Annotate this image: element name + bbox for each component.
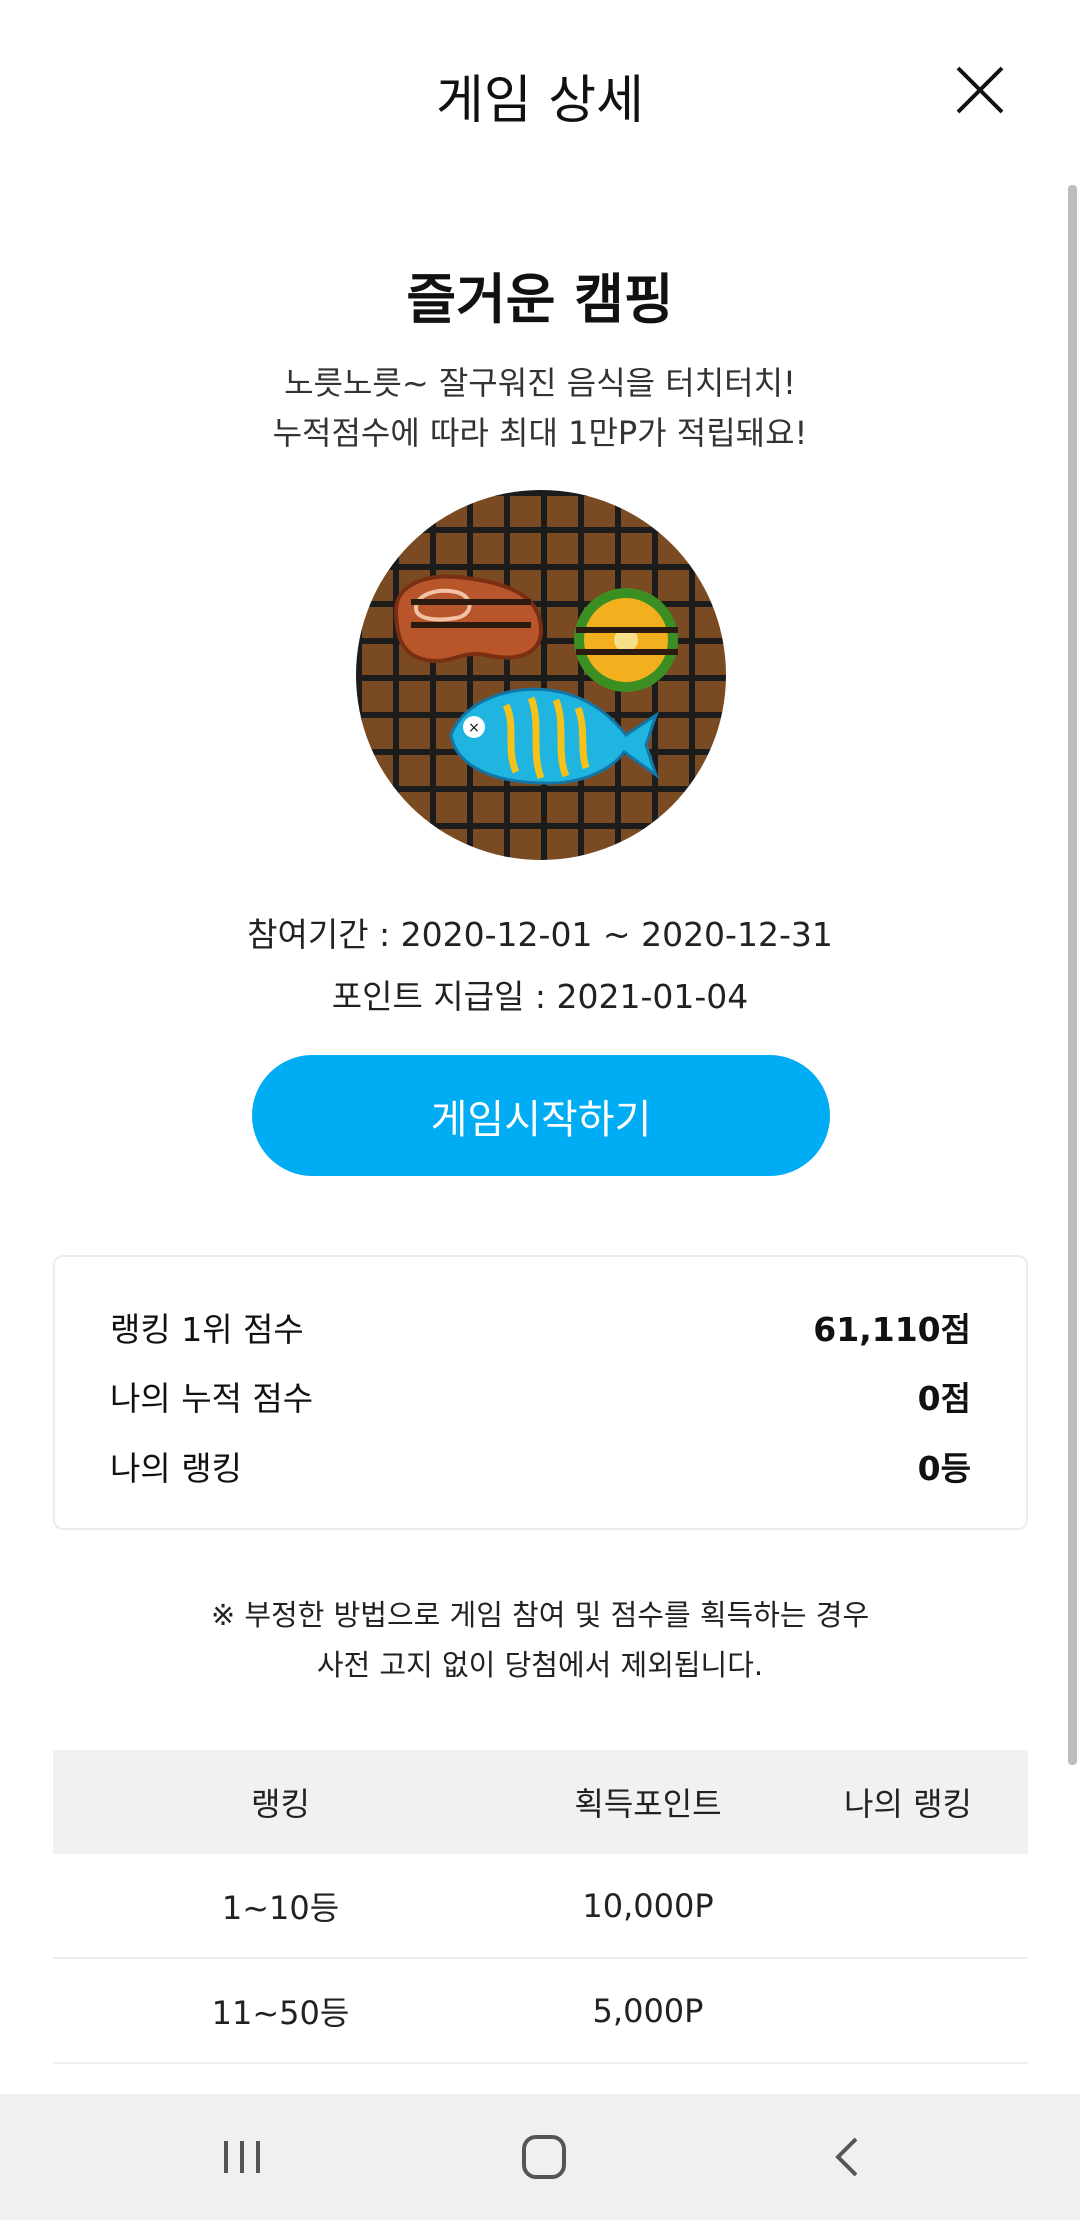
score-label: 나의 누적 점수: [110, 1379, 314, 1418]
cell-points: 10,000P: [582, 1886, 714, 1925]
game-description-line2: 누적점수에 따라 최대 1만P가 적립돼요!: [272, 414, 808, 452]
score-value: 0등: [917, 1449, 971, 1488]
notice-line1: ※ 부정한 방법으로 게임 참여 및 점수를 획득하는 경우: [210, 1598, 870, 1632]
cell-rank: 1~10등: [221, 1888, 340, 1927]
back-icon[interactable]: [818, 2127, 878, 2187]
cell-rank: 11~50등: [211, 1993, 350, 2032]
svg-text:×: ×: [468, 720, 480, 736]
start-game-button[interactable]: 게임시작하기: [252, 1055, 830, 1176]
game-thumbnail-image: ×: [356, 490, 726, 860]
game-title: 즐거운 캠핑: [406, 268, 674, 331]
table-row: 1~10등 10,000P: [53, 1854, 1028, 1959]
table-row: 11~50등 5,000P: [53, 1959, 1028, 2064]
game-description-line1: 노릇노릇~ 잘구워진 음식을 터치터치!: [284, 364, 796, 402]
column-header-points: 획득포인트: [574, 1785, 722, 1823]
system-navigation-bar: [0, 2094, 1080, 2220]
table-header: 랭킹 획득포인트 나의 랭킹: [53, 1750, 1028, 1854]
score-label: 랭킹 1위 점수: [110, 1310, 304, 1349]
participation-period: 참여기간 : 2020-12-01 ~ 2020-12-31: [247, 915, 833, 954]
ranking-table: 랭킹 획득포인트 나의 랭킹 1~10등 10,000P 11~50등 5,00…: [53, 1750, 1028, 2064]
score-label: 나의 랭킹: [110, 1449, 242, 1488]
column-header-rank: 랭킹: [251, 1785, 310, 1823]
home-icon[interactable]: [514, 2127, 574, 2187]
page-title: 게임 상세: [436, 71, 644, 131]
score-value: 0점: [917, 1379, 971, 1418]
score-row-top-rank: 랭킹 1위 점수 61,110점: [110, 1302, 971, 1352]
score-value: 61,110점: [813, 1310, 971, 1349]
header: 게임 상세: [0, 0, 1080, 190]
notice-line2: 사전 고지 없이 당첨에서 제외됩니다.: [316, 1648, 764, 1682]
cell-points: 5,000P: [592, 1991, 704, 2030]
point-payment-date: 포인트 지급일 : 2021-01-04: [331, 977, 749, 1016]
score-row-my-rank: 나의 랭킹 0등: [110, 1441, 971, 1491]
column-header-my-rank: 나의 랭킹: [844, 1785, 972, 1823]
close-icon[interactable]: [950, 60, 1010, 120]
score-summary-card: 랭킹 1위 점수 61,110점 나의 누적 점수 0점 나의 랭킹 0등: [53, 1255, 1028, 1530]
score-row-my-total: 나의 누적 점수 0점: [110, 1371, 971, 1421]
recent-apps-icon[interactable]: [212, 2127, 272, 2187]
